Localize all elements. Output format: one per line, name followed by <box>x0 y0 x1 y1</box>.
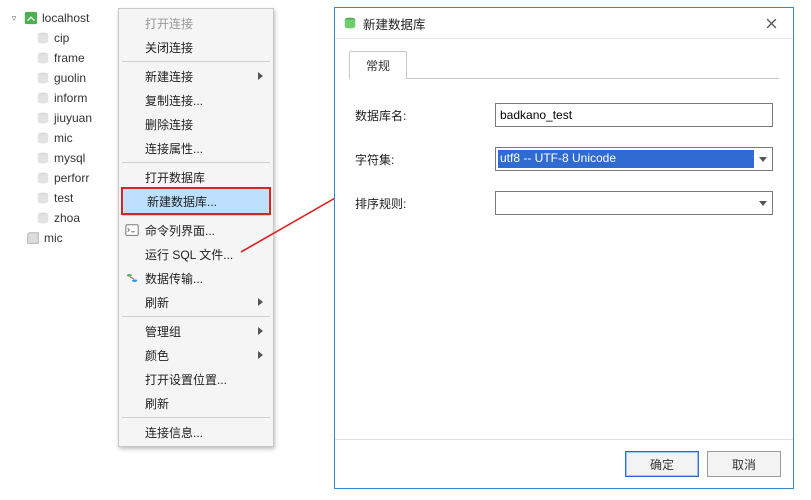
chevron-down-icon[interactable] <box>754 148 772 170</box>
ok-button[interactable]: 确定 <box>625 451 699 477</box>
dialog-footer: 确定 取消 <box>335 439 793 488</box>
db-label: guolin <box>54 71 86 85</box>
db-label: zhoa <box>54 211 80 225</box>
db-label: mysql <box>54 151 85 165</box>
db-label: test <box>54 191 73 205</box>
menu-cli[interactable]: 命令列界面... <box>121 218 271 242</box>
tab-bar: 常规 <box>349 51 779 79</box>
database-icon <box>36 111 50 125</box>
database-icon <box>36 51 50 65</box>
charset-value: utf8 -- UTF-8 Unicode <box>498 150 754 168</box>
menu-new-database[interactable]: 新建数据库... <box>121 187 271 215</box>
database-icon <box>36 171 50 185</box>
menu-duplicate-connection[interactable]: 复制连接... <box>121 88 271 112</box>
form: 数据库名: 字符集: utf8 -- UTF-8 Unicode 排序规则: <box>349 103 779 215</box>
database-icon <box>36 91 50 105</box>
connection-label: localhost <box>42 11 89 25</box>
dialog-title: 新建数据库 <box>363 14 426 33</box>
collation-value <box>498 194 754 212</box>
database-icon <box>36 71 50 85</box>
connection-icon <box>24 11 38 25</box>
menu-run-sql-file[interactable]: 运行 SQL 文件... <box>121 242 271 266</box>
new-database-dialog: 新建数据库 常规 数据库名: 字符集: utf8 -- UTF-8 Unicod… <box>334 7 794 489</box>
chevron-down-icon[interactable] <box>754 192 772 214</box>
collation-select[interactable] <box>495 191 773 215</box>
database-name-input[interactable] <box>495 103 773 127</box>
context-menu: 打开连接 关闭连接 新建连接 复制连接... 删除连接 连接属性... 打开数据… <box>118 8 274 447</box>
db-label: inform <box>54 91 87 105</box>
tab-general[interactable]: 常规 <box>349 51 407 79</box>
transfer-icon <box>125 271 139 285</box>
folder-icon <box>26 231 40 245</box>
charset-select[interactable]: utf8 -- UTF-8 Unicode <box>495 147 773 171</box>
terminal-icon <box>125 223 139 237</box>
close-button[interactable] <box>749 8 793 38</box>
mic-label: mic <box>44 231 63 245</box>
menu-delete-connection[interactable]: 删除连接 <box>121 112 271 136</box>
db-label: jiuyuan <box>54 111 92 125</box>
menu-open-database[interactable]: 打开数据库 <box>121 165 271 189</box>
cancel-button[interactable]: 取消 <box>707 451 781 477</box>
menu-new-connection[interactable]: 新建连接 <box>121 64 271 88</box>
label-database-name: 数据库名: <box>355 107 495 124</box>
database-icon <box>36 31 50 45</box>
db-label: mic <box>54 131 73 145</box>
menu-close-connection[interactable]: 关闭连接 <box>121 35 271 59</box>
dialog-body: 常规 数据库名: 字符集: utf8 -- UTF-8 Unicode 排序规则… <box>335 39 793 439</box>
database-icon <box>36 131 50 145</box>
menu-connection-properties[interactable]: 连接属性... <box>121 136 271 160</box>
database-icon <box>343 16 357 30</box>
menu-separator <box>122 417 270 418</box>
collapse-icon[interactable]: ▿ <box>8 12 20 24</box>
db-label: perforr <box>54 171 89 185</box>
database-icon <box>36 151 50 165</box>
db-label: frame <box>54 51 85 65</box>
tab-underline <box>349 78 779 79</box>
menu-data-transfer[interactable]: 数据传输... <box>121 266 271 290</box>
close-icon <box>766 18 777 29</box>
menu-refresh[interactable]: 刷新 <box>121 391 271 415</box>
menu-separator <box>122 316 270 317</box>
db-label: cip <box>54 31 69 45</box>
menu-color[interactable]: 颜色 <box>121 343 271 367</box>
menu-open-connection[interactable]: 打开连接 <box>121 11 271 35</box>
menu-refresh[interactable]: 刷新 <box>121 290 271 314</box>
label-collation: 排序规则: <box>355 195 495 212</box>
menu-separator <box>122 61 270 62</box>
database-icon <box>36 211 50 225</box>
dialog-titlebar: 新建数据库 <box>335 8 793 39</box>
menu-manage-group[interactable]: 管理组 <box>121 319 271 343</box>
menu-connection-info[interactable]: 连接信息... <box>121 420 271 444</box>
database-icon <box>36 191 50 205</box>
menu-separator <box>122 162 270 163</box>
menu-separator <box>122 215 270 216</box>
menu-open-settings-location[interactable]: 打开设置位置... <box>121 367 271 391</box>
label-charset: 字符集: <box>355 151 495 168</box>
